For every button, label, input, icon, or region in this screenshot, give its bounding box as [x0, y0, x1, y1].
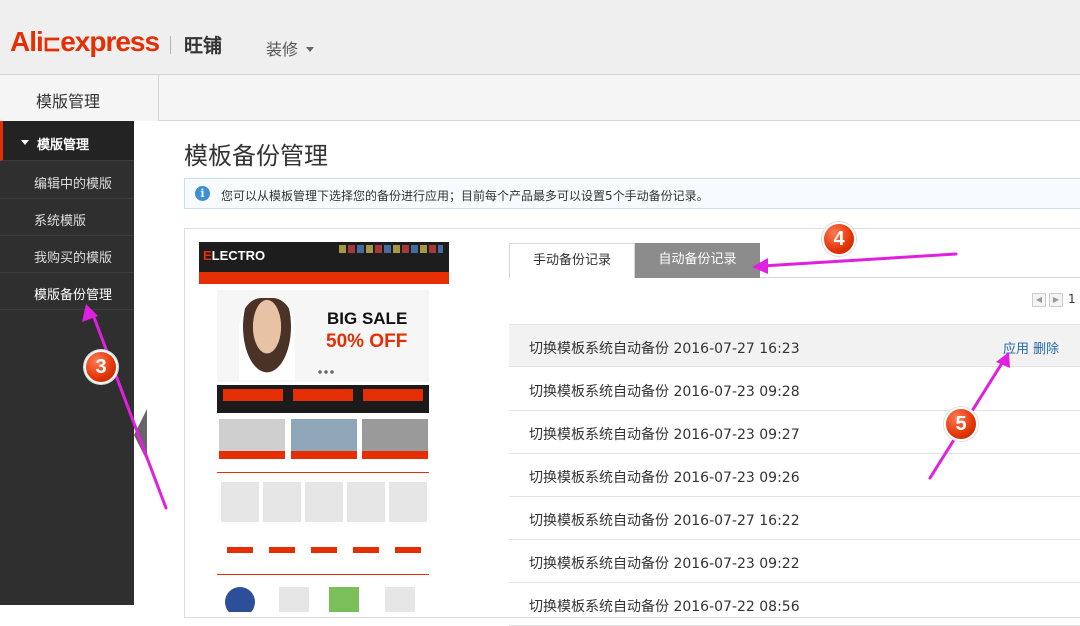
- preview-brand-prefix: E: [203, 248, 212, 263]
- logo-text-ali: Ali: [10, 26, 44, 57]
- logo-divider: [170, 36, 171, 54]
- aliexpress-logo[interactable]: Ali⊏express: [10, 26, 160, 58]
- cart-icon: ⊏: [42, 31, 61, 56]
- row-actions: 应用 删除: [1003, 338, 1059, 357]
- language-flags-icon: [339, 245, 443, 253]
- page-number: 1 ‹: [1068, 292, 1080, 306]
- sidebar-item-label: 编辑中的模版: [34, 177, 113, 192]
- sidebar-item-backup-management[interactable]: 模版备份管理: [0, 273, 134, 310]
- store-name: 旺铺: [184, 35, 223, 57]
- backup-row[interactable]: 切换模板系统自动备份 2016-07-23 09:22: [509, 540, 1080, 583]
- carousel-dots-icon: [317, 370, 335, 374]
- preview-category-bar: [219, 451, 285, 459]
- prev-page-button[interactable]: ◀: [1032, 293, 1046, 307]
- preview-product: [225, 587, 255, 612]
- step-badge-5: 5: [944, 407, 978, 441]
- sidebar-section-header[interactable]: 模版管理: [0, 121, 134, 161]
- chevron-down-icon: [306, 47, 315, 52]
- tab-template-management-label: 模版管理: [36, 92, 101, 111]
- decor-menu-label: 装修: [266, 40, 299, 59]
- preview-buy-button: [353, 547, 379, 553]
- sidebar-item-system-templates[interactable]: 系统模版: [0, 199, 134, 236]
- preview-product: [305, 482, 343, 522]
- sidebar-item-label: 模版备份管理: [34, 288, 113, 303]
- backup-name: 切换模板系统自动备份 2016-07-27 16:22: [529, 513, 800, 529]
- sidebar-item-label: 系统模版: [34, 214, 87, 229]
- preview-product: [347, 482, 385, 522]
- sub-nav-bar: 模版管理: [0, 75, 1080, 121]
- preview-product: [329, 587, 359, 612]
- sidebar-item-editing-templates[interactable]: 编辑中的模版: [0, 162, 134, 199]
- delete-link[interactable]: 删除: [1033, 342, 1059, 357]
- preview-deal: [293, 389, 353, 401]
- preview-buy-button: [269, 547, 295, 553]
- tab-manual-backups[interactable]: 手动备份记录: [509, 243, 635, 278]
- tab-auto-backups[interactable]: 自动备份记录: [635, 243, 760, 278]
- preview-product: [385, 587, 415, 612]
- preview-brand-rest: LECTRO: [211, 248, 266, 263]
- sidebar-collapse-handle[interactable]: [134, 409, 147, 461]
- backup-name: 切换模板系统自动备份 2016-07-27 16:23: [529, 341, 800, 357]
- page-title: 模板备份管理: [184, 142, 328, 170]
- sidebar-item-purchased-templates[interactable]: 我购买的模版: [0, 236, 134, 273]
- preview-product: [389, 482, 427, 522]
- preview-nav: [199, 272, 449, 284]
- model-photo: [239, 298, 295, 380]
- template-preview-image: ELECTRO BIG SALE 50% OFF: [199, 242, 449, 612]
- preview-category-bar: [291, 451, 357, 459]
- backup-name: 切换模板系统自动备份 2016-07-23 09:22: [529, 556, 800, 572]
- info-notice: i 您可以从模板管理下选择您的备份进行应用；目前每个产品最多可以设置5个手动备份…: [184, 178, 1080, 209]
- preview-buy-button: [311, 547, 337, 553]
- next-page-button[interactable]: ▶: [1049, 293, 1063, 307]
- backup-name: 切换模板系统自动备份 2016-07-23 09:27: [529, 427, 800, 443]
- backup-name: 切换模板系统自动备份 2016-07-23 09:26: [529, 470, 800, 486]
- backup-row[interactable]: 切换模板系统自动备份 2016-07-23 09:27: [509, 411, 1080, 454]
- preview-headline-1: BIG SALE: [327, 309, 408, 328]
- backup-name: 切换模板系统自动备份 2016-07-23 09:28: [529, 384, 800, 400]
- preview-section-featured: [217, 466, 429, 473]
- backup-row[interactable]: 切换模板系统自动备份 2016-07-23 09:26: [509, 454, 1080, 497]
- preview-brand: ELECTRO: [203, 248, 265, 263]
- top-bar: Ali⊏express 旺铺 装修: [0, 0, 1080, 75]
- preview-category-bar: [362, 451, 428, 459]
- tab-template-management[interactable]: 模版管理: [0, 75, 159, 121]
- info-text: 您可以从模板管理下选择您的备份进行应用；目前每个产品最多可以设置5个手动备份记录…: [221, 189, 709, 203]
- preview-product: [279, 587, 309, 612]
- preview-product: [263, 482, 301, 522]
- logo-text-express: express: [60, 26, 160, 57]
- preview-product: [221, 482, 259, 522]
- backup-name: 切换模板系统自动备份 2016-07-22 08:56: [529, 599, 800, 615]
- preview-headline-2: 50% OFF: [326, 331, 408, 352]
- caret-down-icon: [21, 140, 29, 145]
- preview-buy-button: [227, 547, 253, 553]
- preview-deal: [223, 389, 283, 401]
- step-badge-4: 4: [822, 222, 856, 256]
- preview-section-specials: [217, 568, 429, 575]
- apply-link[interactable]: 应用: [1003, 342, 1029, 357]
- backup-row[interactable]: 切换模板系统自动备份 2016-07-23 09:28: [509, 368, 1080, 411]
- backup-row: 切换模板系统自动备份 2016-07-27 16:23 应用 删除: [509, 324, 1080, 367]
- sidebar-item-label: 我购买的模版: [34, 251, 113, 266]
- preview-buy-button: [395, 547, 421, 553]
- step-badge-3: 3: [84, 350, 118, 384]
- preview-deal: [363, 389, 423, 401]
- sidebar-section-title: 模版管理: [37, 138, 90, 153]
- info-icon: i: [195, 186, 210, 201]
- decor-menu[interactable]: 装修: [266, 36, 315, 60]
- backup-row[interactable]: 切换模板系统自动备份 2016-07-27 16:22: [509, 497, 1080, 540]
